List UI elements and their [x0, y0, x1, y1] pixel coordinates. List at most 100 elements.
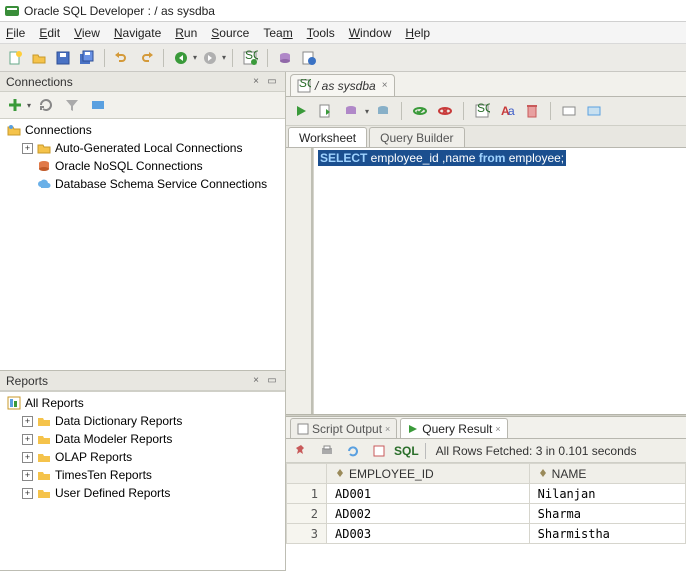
refresh-icon[interactable] — [35, 94, 57, 116]
table-row[interactable]: 2 AD002 Sharma — [287, 504, 686, 524]
menu-team[interactable]: Team — [263, 26, 292, 40]
forward-button[interactable]: ▾ — [199, 47, 226, 69]
tree-item-nosql[interactable]: Oracle NoSQL Connections — [0, 157, 285, 175]
redo-button[interactable] — [135, 47, 157, 69]
sql-line: SELECT employee_id ,name from employee; — [318, 150, 566, 166]
tab-worksheet[interactable]: Worksheet — [288, 127, 367, 147]
nosql-icon — [36, 158, 52, 174]
expand-icon[interactable]: + — [22, 434, 33, 445]
tree-root-connections[interactable]: Connections — [0, 121, 285, 139]
expand-icon[interactable]: + — [22, 143, 33, 154]
svg-text:a: a — [508, 104, 515, 118]
owa-output-button[interactable] — [583, 100, 605, 122]
cloud-icon — [36, 176, 52, 192]
tns-icon[interactable] — [87, 94, 109, 116]
cell: AD002 — [327, 504, 530, 524]
editor-gutter — [286, 148, 314, 414]
expand-icon[interactable]: + — [22, 416, 33, 427]
run-script-button[interactable] — [315, 100, 337, 122]
reports-tree[interactable]: All Reports + Data Dictionary Reports + … — [0, 391, 285, 570]
open-button[interactable] — [28, 47, 50, 69]
tab-query-builder[interactable]: Query Builder — [369, 127, 464, 147]
autotrace-button[interactable] — [372, 100, 394, 122]
toolbar-separator — [401, 102, 402, 120]
toolbar-separator — [550, 102, 551, 120]
sql-worksheet-button[interactable]: SQL — [239, 47, 261, 69]
menu-view[interactable]: View — [74, 26, 100, 40]
sort-icon — [335, 468, 347, 480]
rollback-button[interactable] — [434, 100, 456, 122]
close-icon[interactable]: × — [385, 424, 390, 434]
tree-label: Data Dictionary Reports — [55, 414, 182, 428]
reports-header: Reports × ▭ — [0, 371, 285, 391]
back-button[interactable]: ▾ — [170, 47, 197, 69]
dropdown-caret[interactable]: ▾ — [365, 107, 369, 116]
sql-script-button[interactable] — [298, 47, 320, 69]
panel-close-icon[interactable]: × — [249, 374, 263, 388]
print-button[interactable] — [316, 440, 338, 462]
run-button[interactable] — [290, 100, 312, 122]
tree-item-dbschema[interactable]: Database Schema Service Connections — [0, 175, 285, 193]
tab-query-result[interactable]: Query Result × — [400, 418, 507, 438]
cell: Sharmistha — [529, 524, 685, 544]
tab-script-output[interactable]: Script Output × — [290, 418, 397, 438]
reports-title: Reports — [6, 374, 48, 388]
connections-title: Connections — [6, 75, 73, 89]
connections-tree[interactable]: Connections + Auto-Generated Local Conne… — [0, 118, 285, 370]
editor-tab[interactable]: SQL / as sysdba × — [290, 74, 395, 96]
menu-run[interactable]: Run — [175, 26, 197, 40]
db-tool-button[interactable] — [274, 47, 296, 69]
save-all-button[interactable] — [76, 47, 98, 69]
commit-button[interactable] — [409, 100, 431, 122]
menu-source[interactable]: Source — [211, 26, 249, 40]
new-connection-button[interactable]: ▾ — [4, 94, 31, 116]
menu-window[interactable]: Window — [349, 26, 392, 40]
col-header-name[interactable]: NAME — [529, 464, 685, 484]
clear-button[interactable] — [521, 100, 543, 122]
panel-min-icon[interactable]: ▭ — [265, 374, 279, 388]
report-folder-icon — [36, 431, 52, 447]
menu-file[interactable]: File — [6, 26, 25, 40]
rownum-header[interactable] — [287, 464, 327, 484]
save-button[interactable] — [52, 47, 74, 69]
pin-button[interactable] — [290, 440, 312, 462]
report-folder-icon — [36, 413, 52, 429]
col-header-employee-id[interactable]: EMPLOYEE_ID — [327, 464, 530, 484]
new-button[interactable] — [4, 47, 26, 69]
table-row[interactable]: 3 AD003 Sharmistha — [287, 524, 686, 544]
sql-history-button[interactable]: SQL — [471, 100, 493, 122]
tree-label: User Defined Reports — [55, 486, 170, 500]
explain-plan-button[interactable] — [340, 100, 362, 122]
expand-icon[interactable]: + — [22, 488, 33, 499]
export-button[interactable] — [368, 440, 390, 462]
menu-edit[interactable]: Edit — [39, 26, 60, 40]
close-icon[interactable]: × — [495, 424, 500, 434]
report-folder-icon — [36, 467, 52, 483]
sql-editor[interactable]: SELECT employee_id ,name from employee; — [314, 148, 686, 414]
menu-navigate[interactable]: Navigate — [114, 26, 161, 40]
tree-item-report[interactable]: + Data Modeler Reports — [0, 430, 285, 448]
panel-min-icon[interactable]: ▭ — [265, 75, 279, 89]
result-grid[interactable]: EMPLOYEE_ID NAME 1 AD001 Nilanjan 2 AD00… — [286, 463, 686, 571]
refresh-button[interactable] — [342, 440, 364, 462]
tree-item-report[interactable]: + TimesTen Reports — [0, 466, 285, 484]
undo-button[interactable] — [111, 47, 133, 69]
dbms-output-button[interactable] — [558, 100, 580, 122]
report-folder-icon — [36, 449, 52, 465]
format-button[interactable]: Aa — [496, 100, 518, 122]
table-row[interactable]: 1 AD001 Nilanjan — [287, 484, 686, 504]
tree-item-report[interactable]: + User Defined Reports — [0, 484, 285, 502]
toolbar-separator — [267, 49, 268, 67]
tree-item-report[interactable]: + Data Dictionary Reports — [0, 412, 285, 430]
tree-root-reports[interactable]: All Reports — [0, 394, 285, 412]
filter-icon[interactable] — [61, 94, 83, 116]
close-icon[interactable]: × — [382, 80, 388, 91]
expand-icon[interactable]: + — [22, 452, 33, 463]
menu-help[interactable]: Help — [405, 26, 430, 40]
expand-icon[interactable]: + — [22, 470, 33, 481]
tree-item-auto-local[interactable]: + Auto-Generated Local Connections — [0, 139, 285, 157]
tree-item-report[interactable]: + OLAP Reports — [0, 448, 285, 466]
panel-close-icon[interactable]: × — [249, 75, 263, 89]
query-result-icon — [407, 423, 419, 435]
menu-tools[interactable]: Tools — [307, 26, 335, 40]
